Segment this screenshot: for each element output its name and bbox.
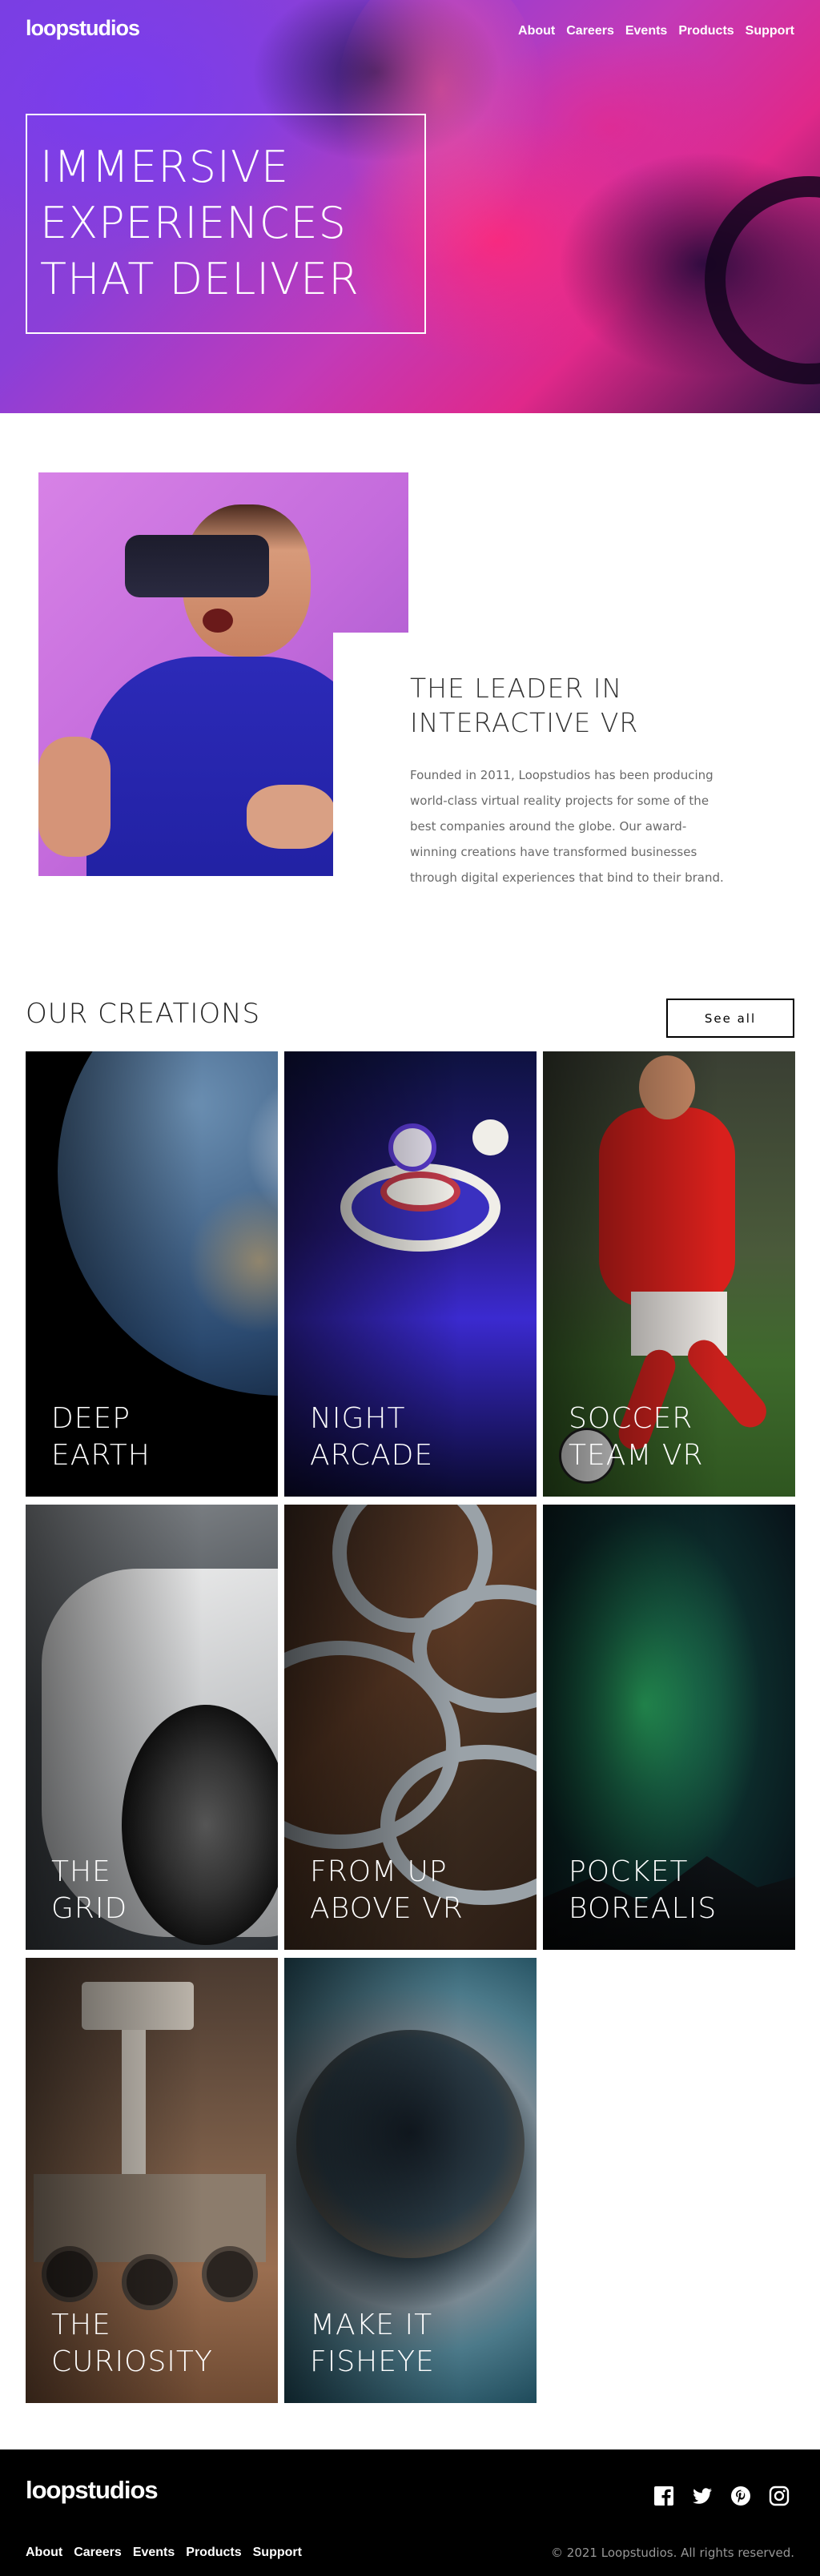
creations-title: OUR CREATIONS bbox=[26, 998, 261, 1030]
facebook-icon[interactable] bbox=[653, 2486, 674, 2506]
leader-title-line: THE LEADER IN bbox=[410, 673, 623, 704]
card-title-line: DEEP bbox=[51, 1402, 131, 1435]
nav-support[interactable]: Support bbox=[746, 24, 794, 38]
image-arm bbox=[38, 737, 111, 857]
nav-events[interactable]: Events bbox=[625, 24, 667, 38]
image-mouth bbox=[203, 609, 233, 633]
card-title-line: POCKET bbox=[569, 1855, 689, 1888]
footer-nav-products[interactable]: Products bbox=[186, 2546, 241, 2560]
image-shirt bbox=[86, 657, 375, 876]
creation-card-the-curiosity[interactable]: THE CURIOSITY bbox=[26, 1958, 278, 2403]
card-title-line: MAKE IT bbox=[310, 2309, 433, 2341]
hero-title-line: IMMERSIVE bbox=[40, 142, 290, 192]
nav-about[interactable]: About bbox=[518, 24, 555, 38]
footer: loopstudios About Careers Events Product… bbox=[0, 2449, 820, 2576]
hero-title-line: THAT DELIVER bbox=[40, 254, 360, 304]
footer-nav-about[interactable]: About bbox=[26, 2546, 62, 2560]
creation-card-deep-earth[interactable]: DEEP EARTH bbox=[26, 1051, 278, 1497]
creation-card-pocket-borealis[interactable]: POCKET BOREALIS bbox=[543, 1505, 795, 1950]
card-title: FROM UP ABOVE VR bbox=[310, 1854, 526, 1927]
card-title-line: CURIOSITY bbox=[51, 2345, 213, 2378]
header-nav: About Careers Events Products Support bbox=[518, 24, 794, 38]
nav-careers[interactable]: Careers bbox=[566, 24, 614, 38]
image-hand bbox=[247, 785, 335, 849]
pinterest-icon[interactable] bbox=[730, 2486, 751, 2506]
card-title: THE GRID bbox=[51, 1854, 267, 1927]
hero-title-line: EXPERIENCES bbox=[40, 198, 347, 248]
instagram-icon[interactable] bbox=[769, 2486, 790, 2506]
creation-card-from-up-above-vr[interactable]: FROM UP ABOVE VR bbox=[284, 1505, 537, 1950]
hero-image-wheel bbox=[705, 176, 820, 384]
card-title-line: NIGHT bbox=[310, 1402, 406, 1435]
leader-title: THE LEADER IN INTERACTIVE VR bbox=[410, 671, 730, 740]
hero-title: IMMERSIVE EXPERIENCES THAT DELIVER bbox=[40, 139, 412, 307]
footer-nav-support[interactable]: Support bbox=[253, 2546, 302, 2560]
nav-products[interactable]: Products bbox=[678, 24, 734, 38]
image-vr-headset bbox=[125, 535, 269, 597]
footer-nav-events[interactable]: Events bbox=[133, 2546, 175, 2560]
card-title: NIGHT ARCADE bbox=[310, 1401, 526, 1474]
see-all-button[interactable]: See all bbox=[666, 999, 794, 1038]
card-title-line: TEAM VR bbox=[569, 1439, 704, 1472]
hero: loopstudios About Careers Events Product… bbox=[0, 0, 820, 413]
card-title: SOCCER TEAM VR bbox=[569, 1401, 785, 1474]
leader-section: THE LEADER IN INTERACTIVE VR Founded in … bbox=[410, 671, 730, 890]
card-title-line: THE bbox=[51, 1855, 111, 1888]
creation-card-make-it-fisheye[interactable]: MAKE IT FISHEYE bbox=[284, 1958, 537, 2403]
card-title-line: ARCADE bbox=[310, 1439, 434, 1472]
card-title-line: GRID bbox=[51, 1892, 128, 1925]
logo[interactable]: loopstudios bbox=[26, 16, 140, 41]
footer-nav: About Careers Events Products Support bbox=[26, 2546, 302, 2560]
leader-title-line: INTERACTIVE VR bbox=[410, 707, 639, 738]
creation-card-night-arcade[interactable]: NIGHT ARCADE bbox=[284, 1051, 537, 1497]
leader-body: Founded in 2011, Loopstudios has been pr… bbox=[410, 768, 724, 885]
social-links bbox=[653, 2486, 790, 2506]
footer-logo[interactable]: loopstudios bbox=[26, 2476, 159, 2505]
footer-nav-careers[interactable]: Careers bbox=[74, 2546, 122, 2560]
card-title-line: FROM UP bbox=[310, 1855, 448, 1888]
card-title-line: SOCCER bbox=[569, 1402, 693, 1435]
card-title-line: BOREALIS bbox=[569, 1892, 718, 1925]
hero-title-box: IMMERSIVE EXPERIENCES THAT DELIVER bbox=[26, 114, 426, 334]
copyright: © 2021 Loopstudios. All rights reserved. bbox=[551, 2546, 794, 2560]
card-title-line: FISHEYE bbox=[310, 2345, 435, 2378]
card-title-line: THE bbox=[51, 2309, 111, 2341]
card-title: MAKE IT FISHEYE bbox=[310, 2307, 526, 2381]
card-title: THE CURIOSITY bbox=[51, 2307, 267, 2381]
card-title: POCKET BOREALIS bbox=[569, 1854, 785, 1927]
twitter-icon[interactable] bbox=[692, 2486, 713, 2506]
creation-card-the-grid[interactable]: THE GRID bbox=[26, 1505, 278, 1950]
card-title-line: EARTH bbox=[51, 1439, 151, 1472]
card-title: DEEP EARTH bbox=[51, 1401, 267, 1474]
card-title-line: ABOVE VR bbox=[310, 1892, 464, 1925]
creation-card-soccer-team-vr[interactable]: SOCCER TEAM VR bbox=[543, 1051, 795, 1497]
